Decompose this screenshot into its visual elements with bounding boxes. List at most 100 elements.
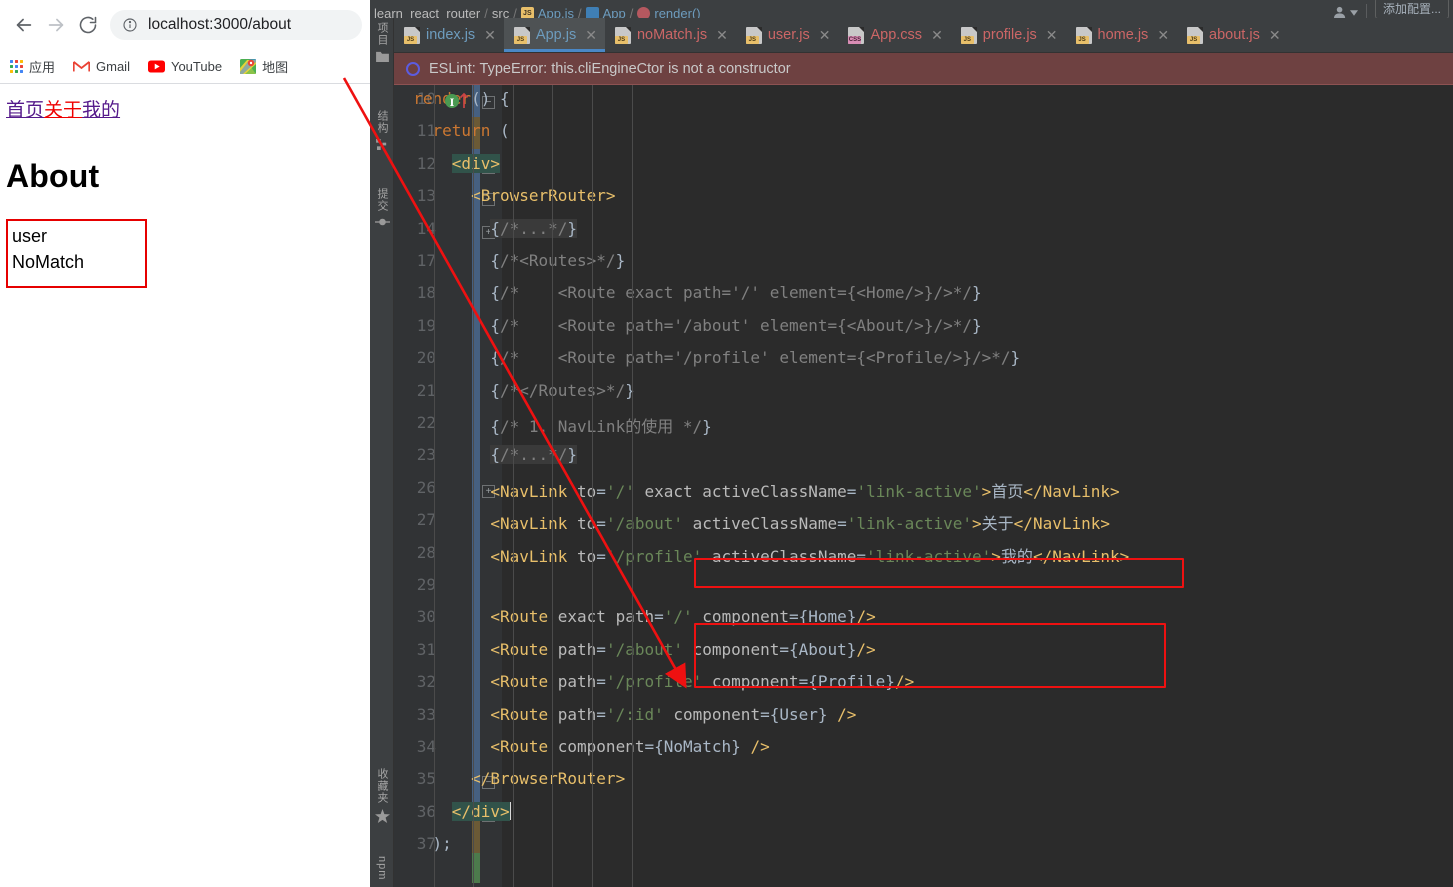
code-line[interactable]: {/* <Route path='/about' element={<About… — [394, 316, 981, 335]
code-line[interactable]: {/* <Route path='/profile' element={<Pro… — [394, 348, 1020, 367]
output-line: user — [12, 225, 48, 246]
star-icon — [374, 809, 390, 823]
tab-nomatch-js[interactable]: JS noMatch.js ✕ — [605, 18, 736, 52]
reload-button[interactable] — [72, 9, 104, 41]
code-line[interactable]: {/*</Routes>*/} — [394, 381, 635, 400]
page-viewport: 首页关于我的 About user NoMatch — [0, 84, 370, 288]
code-line[interactable]: <div> — [394, 153, 500, 173]
ide-topbar: learn_react_router / src / JS App.js / A… — [370, 0, 1453, 18]
code-line[interactable]: <NavLink to='/about' activeClassName='li… — [394, 510, 1110, 534]
js-file-icon: JS — [404, 26, 420, 44]
js-file-icon: JS — [745, 26, 762, 44]
close-icon[interactable]: ✕ — [716, 27, 728, 44]
code-line[interactable]: </div> — [394, 801, 512, 821]
tab-label: home.js — [1097, 27, 1149, 43]
close-icon[interactable]: ✕ — [1046, 27, 1058, 44]
output-highlight-box: user NoMatch — [6, 218, 147, 288]
code-editor[interactable]: 10 11 12 13 14 17 18 19 20 21 22 23 26 27 28 29 30 31 32 33… — [394, 85, 1453, 887]
bookmark-youtube[interactable]: YouTube — [147, 59, 223, 74]
indent-guide — [434, 85, 435, 887]
indent-guide — [552, 85, 553, 887]
indent-guide — [592, 85, 593, 887]
apps-grid-icon — [10, 60, 23, 73]
tab-label: user.js — [767, 27, 810, 43]
tab-label: App.js — [535, 27, 577, 43]
code-line[interactable]: {/*...*/} — [394, 218, 578, 238]
bookmarks-bar: 应用 Gmail YouTube 地图 — [0, 50, 370, 84]
breadcrumb-file[interactable]: App.js — [538, 6, 574, 18]
code-line[interactable]: </BrowserRouter> — [394, 769, 625, 788]
breadcrumb-method[interactable]: render() — [654, 6, 700, 18]
close-icon[interactable]: ✕ — [931, 27, 943, 44]
breadcrumb-folder[interactable]: src — [492, 6, 509, 18]
js-file-icon: JS — [513, 26, 530, 44]
nav-link-home[interactable]: 首页 — [6, 100, 44, 121]
address-bar[interactable]: localhost:3000/about — [110, 10, 362, 40]
back-button[interactable] — [8, 9, 40, 41]
close-icon[interactable]: ✕ — [1269, 27, 1281, 44]
line-number: 29 — [416, 575, 436, 594]
bookmark-label: 应用 — [29, 60, 56, 75]
ide-window: learn_react_router / src / JS App.js / A… — [370, 0, 1453, 887]
add-configuration-button[interactable]: 添加配置... — [1374, 0, 1449, 18]
code-line[interactable]: <Route path='/:id' component={User} /> — [394, 705, 856, 724]
commit-icon — [374, 217, 390, 227]
bookmark-label: 地图 — [262, 60, 289, 75]
gmail-icon — [73, 60, 91, 73]
close-icon[interactable]: ✕ — [585, 27, 597, 44]
close-icon[interactable]: ✕ — [819, 27, 831, 44]
sidebar-item-npm[interactable]: npm — [370, 856, 394, 880]
code-line[interactable]: <NavLink to='/' exact activeClassName='l… — [394, 478, 1119, 502]
sidebar-item-commit[interactable]: 提交 — [370, 188, 394, 227]
breadcrumb-separator: / — [577, 6, 582, 18]
bookmark-label: YouTube — [170, 59, 223, 74]
sidebar-item-project[interactable]: 项目 — [370, 22, 394, 62]
output-line: NoMatch — [12, 251, 85, 272]
class-icon — [585, 7, 599, 18]
person-dropdown-icon[interactable] — [1333, 6, 1358, 18]
code-line[interactable]: return ( — [394, 121, 510, 140]
close-icon[interactable]: ✕ — [1157, 27, 1169, 44]
breadcrumb-separator: / — [513, 6, 517, 18]
code-line[interactable]: {/*<Routes>*/} — [394, 251, 625, 270]
code-line[interactable]: ); — [394, 834, 452, 853]
tab-index-js[interactable]: JS index.js ✕ — [394, 18, 504, 52]
js-file-icon: JS — [1187, 26, 1204, 44]
code-line[interactable]: <Route component={NoMatch} /> — [394, 737, 769, 756]
code-line[interactable]: <BrowserRouter> — [394, 186, 616, 205]
code-line[interactable]: <Route path='/about' component={About}/> — [394, 640, 875, 659]
breadcrumb: learn_react_router / src / JS App.js / A… — [374, 6, 701, 18]
breadcrumb-separator: / — [484, 6, 488, 18]
topbar-right-group: 添加配置... — [1333, 0, 1449, 18]
forward-button[interactable] — [40, 9, 72, 41]
tab-label: noMatch.js — [636, 27, 708, 43]
code-line[interactable]: <Route exact path='/' component={Home}/> — [394, 607, 875, 626]
google-maps-icon — [240, 59, 257, 74]
tool-window-rail: 项目 结构 提交 收藏夹 npm — [370, 18, 394, 887]
tab-label: App.css — [870, 27, 923, 43]
divider — [1365, 4, 1367, 18]
tab-about-js[interactable]: JS about.js ✕ — [1177, 18, 1289, 52]
nav-link-about[interactable]: 关于 — [44, 100, 82, 121]
code-line[interactable]: render() { — [394, 89, 509, 108]
editor-tab-bar: JS index.js ✕ JS App.js ✕ JS noMatch.js … — [394, 18, 1453, 53]
breadcrumb-class[interactable]: App — [603, 6, 626, 18]
tab-app-css[interactable]: CSS App.css ✕ — [838, 18, 950, 52]
tab-user-js[interactable]: JS user.js ✕ — [736, 18, 839, 52]
close-icon[interactable]: ✕ — [484, 27, 496, 44]
sidebar-item-favorites[interactable]: 收藏夹 — [370, 768, 394, 823]
bookmark-gmail[interactable]: Gmail — [73, 59, 130, 74]
tab-app-js[interactable]: JS App.js ✕ — [503, 18, 606, 52]
bookmark-apps[interactable]: 应用 — [10, 57, 55, 76]
code-line[interactable]: <NavLink to='/profile' activeClassName='… — [394, 543, 1129, 567]
bookmark-maps[interactable]: 地图 — [240, 57, 288, 76]
code-line[interactable]: {/*...*/} — [394, 445, 578, 465]
breadcrumb-project[interactable]: learn_react_router — [374, 6, 480, 18]
tab-home-js[interactable]: JS home.js ✕ — [1066, 18, 1178, 52]
sidebar-item-label: npm — [376, 856, 388, 881]
page-info-icon[interactable] — [122, 17, 138, 33]
nav-link-profile[interactable]: 我的 — [82, 100, 120, 121]
tab-profile-js[interactable]: JS profile.js ✕ — [951, 18, 1066, 52]
sidebar-item-structure[interactable]: 结构 — [370, 110, 394, 150]
code-line[interactable]: {/* <Route exact path='/' element={<Home… — [394, 283, 981, 302]
